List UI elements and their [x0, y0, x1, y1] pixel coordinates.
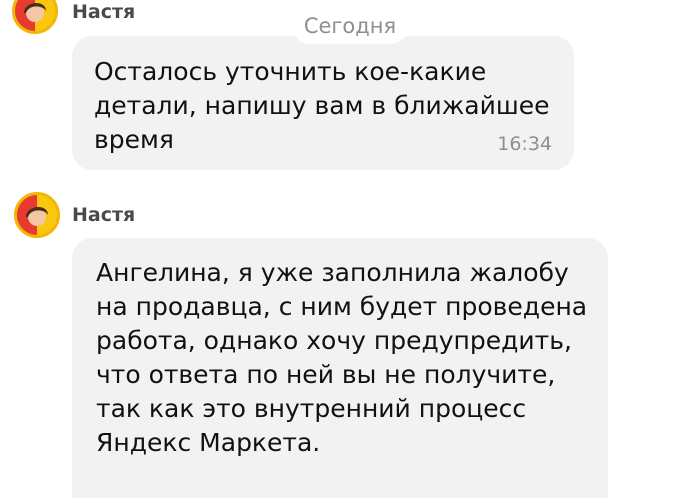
message-line: Ангелина, я уже заполнила жалобу	[96, 258, 569, 287]
message-line: детали, напишу вам в ближайшее	[94, 91, 550, 120]
message-line: работа, однако хочу предупредить,	[96, 326, 572, 355]
message-line: время	[94, 125, 174, 154]
date-separator: Сегодня	[292, 8, 408, 44]
message-time: 16:34	[497, 133, 552, 155]
message-line: Осталось уточнить кое-какие	[94, 57, 487, 86]
sender-name: Настя	[72, 1, 136, 23]
message-line: на продавца, с ним будет проведена	[96, 292, 588, 321]
message-text: Ангелина, я уже заполнила жалобу на прод…	[96, 256, 587, 460]
message-line: что ответа по ней вы не получите,	[96, 360, 556, 389]
message-line: Яндекс Маркета.	[96, 428, 321, 457]
sender-avatar-icon[interactable]	[14, 192, 60, 238]
message-line: так как это внутренний процесс	[96, 394, 527, 423]
sender-avatar-icon[interactable]	[12, 0, 58, 34]
message-text: Осталось уточнить кое-какие детали, напи…	[94, 55, 549, 157]
message-bubble[interactable]: Ангелина, я уже заполнила жалобу на прод…	[72, 238, 608, 498]
sender-name: Настя	[72, 204, 136, 226]
message-bubble[interactable]: Осталось уточнить кое-какие детали, напи…	[72, 36, 574, 170]
